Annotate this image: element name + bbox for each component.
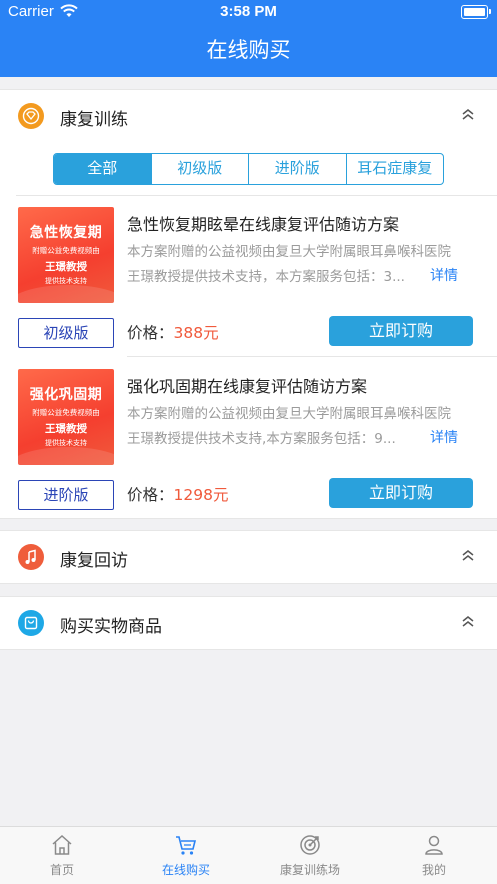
level-badge-button[interactable]: 进阶版 xyxy=(18,480,114,510)
status-bar: Carrier 3:58 PM xyxy=(0,0,497,24)
section-title: 康复回访 xyxy=(60,551,128,571)
section-header-training[interactable]: 康复训练 xyxy=(0,90,497,142)
tab-advanced[interactable]: 进阶版 xyxy=(248,154,346,184)
tabbar-label: 我的 xyxy=(421,863,446,877)
thumb-heading: 急性恢复期 xyxy=(29,225,103,241)
diamond-icon xyxy=(18,103,44,129)
music-note-icon xyxy=(18,544,44,570)
shopping-bag-icon xyxy=(18,610,44,636)
description-line: 本方案附赠的公益视频由复旦大学附属眼耳鼻喉科医院 xyxy=(127,244,451,260)
collapse-chevron-icon[interactable] xyxy=(461,613,475,632)
thumb-professor: 王璟教授 xyxy=(45,261,87,273)
level-badge-button[interactable]: 初级版 xyxy=(18,318,114,348)
price-row: 价格：388元 xyxy=(127,321,219,343)
product-description: 本方案附赠的公益视频由复旦大学附属眼耳鼻喉科医院 王璟教授提供技术支持，本方案服… xyxy=(127,240,479,290)
thumb-professor: 王璟教授 xyxy=(45,423,87,435)
buy-now-button[interactable]: 立即订购 xyxy=(329,478,473,508)
tabbar-item-mine[interactable]: 我的 xyxy=(372,827,496,884)
tab-otolith[interactable]: 耳石症康复 xyxy=(345,154,444,184)
tabbar-item-buy-online[interactable]: 在线购买 xyxy=(124,827,248,884)
section-rehab-followup[interactable]: 康复回访 xyxy=(0,530,497,584)
thumb-support: 提供技术支持 xyxy=(45,439,87,447)
user-icon xyxy=(425,835,443,855)
description-line: 王璟教授提供技术支持,本方案服务包括：9... xyxy=(127,431,396,447)
collapse-chevron-icon[interactable] xyxy=(461,547,475,566)
tabbar-label: 首页 xyxy=(49,863,74,877)
divider xyxy=(127,356,497,357)
price-label: 价格： xyxy=(127,486,174,504)
price-row: 价格：1298元 xyxy=(127,483,228,505)
tab-basic[interactable]: 初级版 xyxy=(150,154,249,184)
thumb-support: 提供技术支持 xyxy=(45,277,87,285)
description-line: 本方案附赠的公益视频由复旦大学附属眼耳鼻喉科医院 xyxy=(127,406,451,422)
buy-now-button[interactable]: 立即订购 xyxy=(329,316,473,346)
target-icon xyxy=(300,835,320,855)
product-title[interactable]: 急性恢复期眩晕在线康复评估随访方案 xyxy=(127,211,399,235)
product-card: 急性恢复期 附赠公益免费视频由 王璟教授 提供技术支持 初级版 急性恢复期眩晕在… xyxy=(0,207,497,369)
section-title: 康复训练 xyxy=(60,110,128,130)
page-title: 在线购买 xyxy=(206,38,291,62)
tabbar-label: 在线购买 xyxy=(161,863,210,877)
description-line: 王璟教授提供技术支持，本方案服务包括：3... xyxy=(127,269,405,285)
cart-icon xyxy=(176,836,197,855)
section-title: 购买实物商品 xyxy=(60,617,162,637)
tabbar-item-home[interactable]: 首页 xyxy=(0,827,124,884)
thumb-subtext: 附赠公益免费视频由 xyxy=(32,246,100,255)
thumb-heading: 强化巩固期 xyxy=(29,387,103,403)
detail-link[interactable]: 详情 xyxy=(430,265,458,285)
collapse-chevron-icon[interactable] xyxy=(461,106,475,125)
product-thumbnail[interactable]: 急性恢复期 附赠公益免费视频由 王璟教授 提供技术支持 xyxy=(18,207,114,303)
detail-link[interactable]: 详情 xyxy=(430,427,458,447)
tab-all[interactable]: 全部 xyxy=(54,154,151,184)
tabbar-label: 康复训练场 xyxy=(279,863,340,877)
thumb-subtext: 附赠公益免费视频由 xyxy=(32,408,100,417)
section-header-followup[interactable]: 康复回访 xyxy=(0,531,497,583)
section-physical-goods[interactable]: 购买实物商品 xyxy=(0,596,497,650)
level-tabs: 全部 初级版 进阶版 耳石症康复 xyxy=(53,153,444,185)
price-value: 388元 xyxy=(173,324,219,342)
battery-icon xyxy=(461,5,491,19)
bottom-tab-bar: 首页 在线购买 康复训练场 我的 xyxy=(0,826,497,884)
product-title[interactable]: 强化巩固期在线康复评估随访方案 xyxy=(127,373,367,397)
product-description: 本方案附赠的公益视频由复旦大学附属眼耳鼻喉科医院 王璟教授提供技术支持,本方案服… xyxy=(127,402,479,452)
price-label: 价格： xyxy=(127,324,174,342)
product-card: 强化巩固期 附赠公益免费视频由 王璟教授 提供技术支持 进阶版 强化巩固期在线康… xyxy=(0,369,497,531)
divider xyxy=(16,195,497,196)
price-value: 1298元 xyxy=(173,486,229,504)
tabbar-item-training-ground[interactable]: 康复训练场 xyxy=(248,827,372,884)
home-icon xyxy=(52,834,72,855)
section-rehab-training: 康复训练 全部 初级版 进阶版 耳石症康复 急性恢复期 附赠公益免费视频由 王璟… xyxy=(0,89,497,519)
clock: 3:58 PM xyxy=(220,3,277,20)
section-header-physical[interactable]: 购买实物商品 xyxy=(0,597,497,649)
product-thumbnail[interactable]: 强化巩固期 附赠公益免费视频由 王璟教授 提供技术支持 xyxy=(18,369,114,465)
app-header: Carrier 3:58 PM 在线购买 xyxy=(0,0,497,77)
